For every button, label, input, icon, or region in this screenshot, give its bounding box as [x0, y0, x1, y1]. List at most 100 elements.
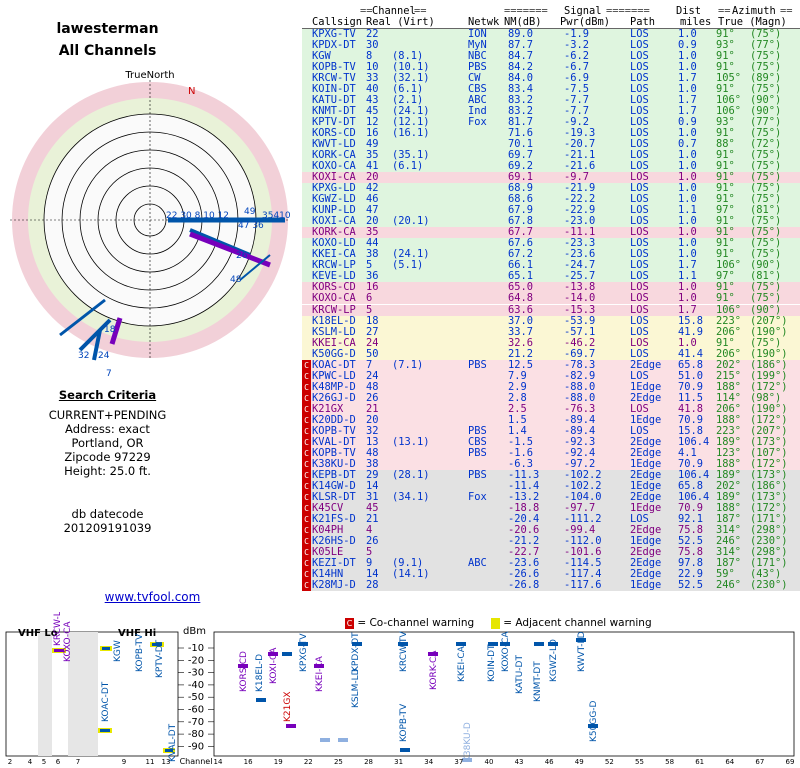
row-nm: 7.9 — [508, 369, 527, 382]
table-row[interactable]: C KOAC-DT 7 (7.1) PBS 12.5 -78.3 2Edge 65.8 202° (… — [302, 358, 800, 371]
row-real: 28 — [366, 579, 379, 591]
vhf-channel-tick: 9 — [122, 758, 126, 766]
vhf-lo-label: VHF Lo — [18, 628, 58, 639]
svg-text:KPTV-DT: KPTV-DT — [155, 639, 165, 678]
row-virt: (16.1) — [392, 127, 430, 140]
uhf-channel-tick: 19 — [274, 758, 283, 766]
svg-text:7: 7 — [106, 369, 112, 379]
table-row[interactable]: C K26GJ-D 26 2.8 -88.0 2Edge 11.5 114° (98°) — [302, 391, 800, 404]
row-callsign: K18EL-D — [312, 314, 356, 327]
row-network: PBS — [468, 446, 487, 459]
table-row[interactable]: C KPWC-LD 24 7.9 -82.9 LOS 51.0 215° (199°) — [302, 369, 800, 382]
svg-text:KOPB-TV: KOPB-TV — [135, 633, 145, 672]
row-magn: (190°) — [750, 347, 788, 360]
row-magn: (98°) — [750, 391, 782, 404]
row-real: 18 — [366, 314, 379, 327]
table-row[interactable]: K18EL-D 18 37.0 -53.9 LOS 15.8 223° (207°) — [302, 314, 800, 327]
cochannel-warning-icon: C — [302, 403, 311, 415]
table-row[interactable]: C K48MP-D 48 2.9 -88.0 1Edge 70.9 188° (172°) — [302, 380, 800, 393]
y-tick-label: -60 — [188, 705, 204, 716]
cochannel-warning-icon: C — [302, 568, 311, 580]
row-path: LOS — [630, 325, 649, 338]
truenorth-label: TrueNorth — [124, 70, 174, 81]
svg-text:KORK-CA: KORK-CA — [429, 650, 439, 690]
table-row[interactable]: KSLM-LD 27 33.7 -57.1 LOS 41.9 206° (190°) — [302, 325, 800, 338]
row-dist: 15.8 — [678, 314, 704, 327]
row-nm: 32.6 — [508, 336, 534, 349]
row-dist: 11.5 — [678, 391, 704, 404]
row-pwr: -88.0 — [564, 391, 596, 404]
row-path: 2Edge — [630, 358, 662, 371]
tvfool-link[interactable]: www.tvfool.com — [0, 590, 305, 604]
row-magn: (172°) — [750, 380, 788, 393]
row-path: LOS — [630, 292, 649, 305]
svg-text:KNMT-DT: KNMT-DT — [533, 661, 543, 702]
svg-text:KWVT-LD: KWVT-LD — [577, 631, 587, 672]
row-pwr: -69.7 — [564, 347, 596, 360]
vhf-channel-tick: 4 — [28, 758, 33, 766]
uhf-channel-tick: 31 — [394, 758, 403, 766]
svg-text:KPDX-DT: KPDX-DT — [351, 632, 361, 672]
table-row[interactable]: KKEI-CA 24 32.6 -46.2 LOS 1.0 91° (75°) — [302, 336, 800, 349]
svg-text:26: 26 — [236, 251, 248, 261]
table-row[interactable]: KRCW-LP 5 63.6 -15.3 LOS 1.7 106° (90°) — [302, 304, 800, 316]
table-row[interactable]: KOXO-CA 6 64.8 -14.0 LOS 1.0 91° (75°) — [302, 292, 800, 305]
cochannel-warning-icon: C — [302, 425, 311, 437]
row-nm: 2.8 — [508, 391, 527, 404]
cochannel-warning-icon: C — [302, 524, 311, 536]
y-tick-label: -10 — [188, 643, 204, 654]
row-azimuth: 246° — [716, 579, 742, 591]
row-pwr: -57.1 — [564, 325, 596, 338]
row-network: PBS — [468, 468, 487, 481]
svg-text:K50GG-D: K50GG-D — [589, 700, 599, 742]
y-tick-label: -50 — [188, 692, 204, 703]
uhf-channel-tick: 58 — [665, 758, 674, 766]
row-real: 24 — [366, 336, 379, 349]
cochannel-warning-icon: C — [302, 491, 311, 503]
y-tick-label: -20 — [188, 655, 204, 666]
uhf-channel-tick: 67 — [755, 758, 764, 766]
uhf-channel-tick: 40 — [484, 758, 493, 766]
row-azimuth: 91° — [716, 336, 735, 349]
row-nm: 64.8 — [508, 292, 534, 305]
svg-text:KOIN-DT: KOIN-DT — [487, 644, 497, 682]
svg-text:KORS-CD: KORS-CD — [239, 651, 249, 692]
table-row[interactable]: K50GG-D 50 21.2 -69.7 LOS 41.4 206° (190°) — [302, 347, 800, 360]
row-magn: (199°) — [750, 369, 788, 382]
subtitle: All Channels — [58, 43, 157, 59]
svg-text:KSLM-LD: KSLM-LD — [351, 668, 361, 708]
svg-text:KOXO-CA: KOXO-CA — [63, 621, 73, 662]
row-network: PBS — [468, 358, 487, 371]
table-row[interactable]: C K28MJ-D 28 -26.8 -117.6 1Edge 52.5 246° (230°) — [302, 580, 800, 591]
uhf-channel-tick: 52 — [605, 758, 614, 766]
north-marker: N — [188, 86, 195, 97]
uhf-channel-tick: 25 — [334, 758, 343, 766]
svg-text:18: 18 — [104, 325, 116, 335]
uhf-channel-tick: 22 — [304, 758, 313, 766]
row-nm: 37.0 — [508, 314, 534, 327]
y-tick-label: -30 — [188, 668, 204, 679]
svg-text:35410: 35410 — [262, 211, 291, 221]
row-callsign: K48MP-D — [312, 380, 356, 393]
criteria-line: Address: exact — [65, 422, 150, 436]
row-path: 1Edge — [630, 579, 662, 591]
cochannel-warning-icon: C — [302, 458, 311, 470]
svg-text:49: 49 — [244, 207, 256, 217]
svg-text:KKEI-CA: KKEI-CA — [457, 645, 467, 682]
row-pwr: -78.3 — [564, 358, 596, 371]
title-block: lawesterman All Channels — [0, 18, 215, 62]
row-virt: (34.1) — [392, 490, 430, 503]
uhf-channel-tick: 61 — [695, 758, 704, 766]
row-pwr: -14.0 — [564, 292, 596, 305]
channel-axis-label: Channel — [180, 757, 213, 766]
cochannel-warning-icon: C — [302, 370, 311, 382]
row-network: Fox — [468, 490, 487, 503]
row-real: 50 — [366, 347, 379, 360]
row-pwr: -82.9 — [564, 369, 596, 382]
row-path: LOS — [630, 369, 649, 382]
row-path: LOS — [630, 336, 649, 349]
cochannel-warning-icon: C — [302, 546, 311, 558]
row-magn: (230°) — [750, 579, 788, 591]
uhf-channel-tick: 14 — [214, 758, 223, 766]
row-path: 1Edge — [630, 380, 662, 393]
